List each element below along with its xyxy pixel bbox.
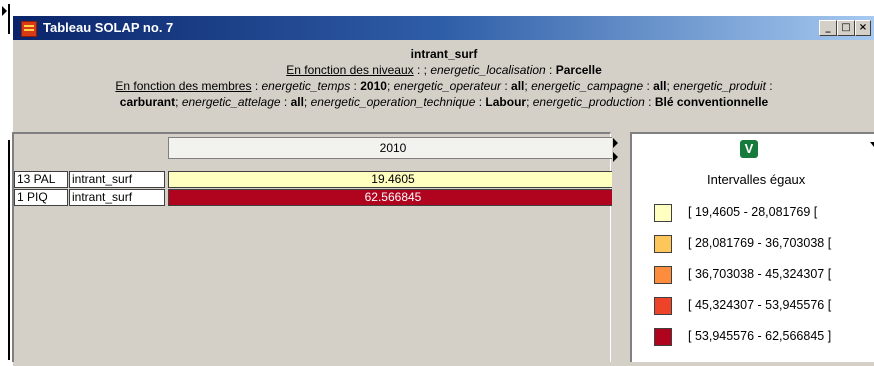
visualization-badge-icon[interactable]: V: [740, 140, 758, 158]
panel-splitter[interactable]: [612, 132, 620, 360]
legend-label: [ 28,081769 - 36,703038 [: [688, 236, 832, 250]
legend-label: [ 53,945576 - 62,566845 ]: [688, 329, 832, 343]
legend-swatch: [654, 328, 672, 346]
split-arrow-icon[interactable]: [613, 152, 618, 162]
value-cell[interactable]: 19.4605: [168, 171, 618, 188]
expand-arrow-icon[interactable]: [2, 6, 7, 16]
row-member-cell[interactable]: 13 PAL: [14, 171, 68, 188]
split-arrow-icon[interactable]: [613, 138, 618, 148]
levels-label: En fonction des niveaux: [286, 63, 414, 77]
chevron-down-icon[interactable]: [870, 142, 874, 147]
row-member-cell[interactable]: 1 PIQ: [14, 189, 68, 206]
legend-panel: V Intervalles égaux [ 19,4605 - 28,08176…: [630, 132, 874, 362]
legend-label: [ 36,703038 - 45,324307 [: [688, 267, 832, 281]
left-splitter[interactable]: [0, 0, 10, 365]
legend-swatch: [654, 266, 672, 284]
row-measure-cell[interactable]: intrant_surf: [69, 189, 165, 206]
members-label: En fonction des membres: [115, 79, 252, 93]
column-header-2010[interactable]: 2010: [168, 137, 618, 159]
maximize-button[interactable]: □: [837, 20, 855, 36]
legend-label: [ 45,324307 - 53,945576 [: [688, 298, 832, 312]
title-bar[interactable]: Tableau SOLAP no. 7 _ □ ×: [13, 16, 874, 40]
table-app-icon: [21, 21, 37, 37]
data-grid: 2010 13 PAL intrant_surf 19.4605 1 PIQ i…: [12, 132, 618, 362]
legend-swatch: [654, 204, 672, 222]
row-measure-cell[interactable]: intrant_surf: [69, 171, 165, 188]
measure-title: intrant_surf: [410, 47, 478, 61]
close-button[interactable]: ×: [855, 20, 871, 36]
legend-label: [ 19,4605 - 28,081769 [: [688, 205, 818, 219]
legend-swatch: [654, 235, 672, 253]
legend-title: Intervalles égaux: [707, 172, 806, 187]
levels-line: En fonction des niveaux : ; energetic_lo…: [286, 63, 602, 77]
window-title: Tableau SOLAP no. 7: [43, 20, 174, 35]
members-line-1: En fonction des membres : energetic_temp…: [115, 79, 773, 93]
value-cell[interactable]: 62.566845: [168, 189, 618, 206]
query-description: intrant_surf En fonction des niveaux : ;…: [13, 46, 874, 110]
minimize-button[interactable]: _: [819, 20, 837, 36]
members-line-2: carburant; energetic_attelage : all; ene…: [119, 95, 769, 109]
legend-swatch: [654, 297, 672, 315]
splitter-bar: [8, 4, 10, 34]
splitter-bar: [8, 140, 10, 360]
